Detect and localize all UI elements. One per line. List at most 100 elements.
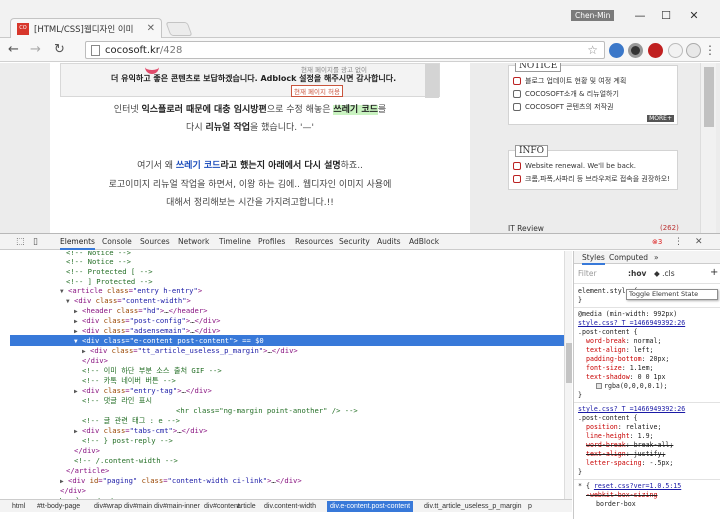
dom-node[interactable]: ▶ <div id="paging" class="content-width c… [60,475,302,486]
inspect-element-icon[interactable]: ⬚ [16,236,25,248]
address-bar[interactable]: cocosoft.kr/428 ☆ [85,41,605,59]
tab-adblock[interactable]: AdBlock [409,236,439,248]
styles-tabs: Styles Computed » [574,251,720,265]
extension-icon-2[interactable] [628,43,643,58]
info-item[interactable]: Website renewal. We'll be back. [509,160,677,173]
style-declaration[interactable]: letter-spacing: -.5px; [586,459,673,468]
tab-profiles[interactable]: Profiles [258,236,285,248]
page-scrollbar-thumb[interactable] [704,67,714,127]
breadcrumb-item[interactable]: article [237,501,256,512]
browser-menu-icon[interactable]: ⋮ [704,43,716,57]
style-source-link[interactable]: style.css?_T_=1466949392:26 [578,319,685,328]
class-toggle-button[interactable]: ◆ .cls [654,269,675,278]
extension-icon-5[interactable] [686,43,701,58]
style-declaration[interactable]: font-size: 1.1em; [586,364,654,373]
forward-icon[interactable]: → [30,42,41,58]
style-selector[interactable]: .post-content { [578,328,638,337]
extension-icon-4[interactable] [668,43,683,58]
style-declaration-overridden[interactable]: text-align: justify; [586,450,665,459]
para1-text-e: 를 [377,105,387,115]
tab-console[interactable]: Console [102,236,132,248]
notice-item[interactable]: 블로그 업데이트 현황 및 여정 계획 [509,75,677,88]
notice-item[interactable]: COCOSOFT 콘텐츠의 저작권 [509,101,677,114]
page-info-icon[interactable] [91,44,100,56]
minimize-icon[interactable]: — [630,9,650,23]
browser-tab[interactable]: CO [HTML/CSS]웹디자인 이미 ✕ [10,18,162,38]
source-link-text[interactable]: style.css?_T_=1466949392:26 [578,405,685,413]
it-review-heading[interactable]: IT Review [508,224,544,233]
tab-network[interactable]: Network [178,236,209,248]
url-domain: cocosoft.kr [105,44,160,56]
breadcrumb-item[interactable]: div#main [124,501,152,512]
dom-node[interactable]: <hr class="ng-margin point-another" /> -… [176,405,358,416]
device-mode-icon[interactable]: ▯ [33,236,38,248]
toggle-state-button[interactable]: :hov [628,269,646,278]
adblock-extension-icon[interactable] [648,43,663,58]
source-link-text[interactable]: style.css?_T_=1466949392:26 [578,319,685,327]
style-declaration-overridden[interactable]: word-break: break-all; [586,441,673,450]
prop-value: break-all; [633,441,674,449]
paragraph-3: 여기서 왜 쓰레기 코드라고 했는지 아래에서 다시 설명하죠.. [40,158,460,171]
back-icon[interactable]: ← [8,42,19,58]
breadcrumb-item-active[interactable]: div.e-content.post-content [327,501,414,512]
style-declaration-overridden[interactable]: -webkit-box-sizing [586,491,657,500]
style-declaration[interactable]: text-align: left; [586,346,654,355]
style-declaration-cont[interactable]: rgba(0,0,0,0.1); [596,382,668,391]
tab-security[interactable]: Security [339,236,370,248]
breadcrumb-item[interactable]: div#content [204,501,240,512]
tab-elements[interactable]: Elements [60,236,95,250]
breadcrumb-item[interactable]: div.content-width [264,501,316,512]
more-button[interactable]: MORE+ [647,115,674,122]
new-style-rule-icon[interactable]: + [710,267,718,278]
notice-item[interactable]: COCOSOFT소개 & 리뉴얼하기 [509,88,677,101]
color-swatch-icon[interactable] [596,383,602,389]
devtools-menu-icon[interactable]: ⋮ [674,236,683,248]
more-tabs-icon[interactable]: » [654,252,659,263]
elements-tree[interactable]: <!-- Notice --> <!-- Notice --> <!-- Pro… [0,251,572,503]
extension-icon-1[interactable] [609,43,624,58]
dom-node[interactable]: ▶ <div class="tt_article_useless_p_margin… [82,345,298,356]
reload-icon[interactable]: ↻ [54,42,65,58]
breadcrumb-item[interactable]: p [528,501,532,512]
error-count-badge[interactable]: ⊗3 [652,237,662,247]
style-rule-header[interactable]: * { reset.css?ver=1.0.5:15 [578,482,681,491]
tab-timeline[interactable]: Timeline [219,236,251,248]
profile-badge[interactable]: Chen-Min [571,10,615,21]
tab-styles[interactable]: Styles [582,252,605,265]
dom-node[interactable]: <!-- 댓글 라인 표시 [82,395,152,406]
breadcrumb-item[interactable]: div#wrap [94,501,122,512]
adblock-notice: 현재 페이지를 광고 없이 더 유익하고 좋은 콘텐츠로 보답하겠습니다. Ad… [60,63,440,98]
elements-scrollbar-thumb[interactable] [566,343,572,383]
style-declaration[interactable]: padding-bottom: 20px; [586,355,669,364]
breadcrumb-item[interactable]: div.tt_article_useless_p_margin [424,501,522,512]
close-devtools-icon[interactable]: ✕ [695,236,703,248]
ad-side-panel [425,64,439,98]
elements-scrollbar[interactable] [564,251,572,503]
allow-page-button[interactable]: 현재 페이지 허용 [291,85,343,97]
close-tab-icon[interactable]: ✕ [147,23,155,34]
style-declaration[interactable]: position: relative; [586,423,661,432]
cls-label: .cls [662,269,675,278]
source-link-text[interactable]: reset.css?ver=1.0.5:15 [594,482,681,490]
info-item[interactable]: 크롬,파폭,사파리 등 브라우저로 접속을 권장하오! [509,173,677,186]
tab-audits[interactable]: Audits [377,236,401,248]
divider [574,402,720,403]
style-declaration[interactable]: text-shadow: 0 0 1px [586,373,665,382]
page-scrollbar[interactable] [700,63,716,233]
styles-filter-input[interactable]: Filter [578,269,597,278]
close-window-icon[interactable]: ✕ [684,9,704,23]
new-tab-button[interactable] [165,22,193,36]
style-declaration[interactable]: word-break: normal; [586,337,661,346]
breadcrumb-item[interactable]: #tt-body-page [37,501,80,512]
tab-computed[interactable]: Computed [609,252,648,263]
style-source-link[interactable]: style.css?_T_=1466949392:26 [578,405,685,414]
style-declaration[interactable]: line-height: 1.9; [586,432,654,441]
tab-resources[interactable]: Resources [295,236,333,248]
breadcrumb-item[interactable]: div#main-inner [154,501,200,512]
maximize-icon[interactable]: ☐ [656,9,676,23]
breadcrumb-item[interactable]: html [12,501,25,512]
style-declaration-cont[interactable]: border-box [596,500,636,509]
tab-sources[interactable]: Sources [140,236,170,248]
style-selector[interactable]: .post-content { [578,414,638,423]
bookmark-star-icon[interactable]: ☆ [587,42,598,58]
